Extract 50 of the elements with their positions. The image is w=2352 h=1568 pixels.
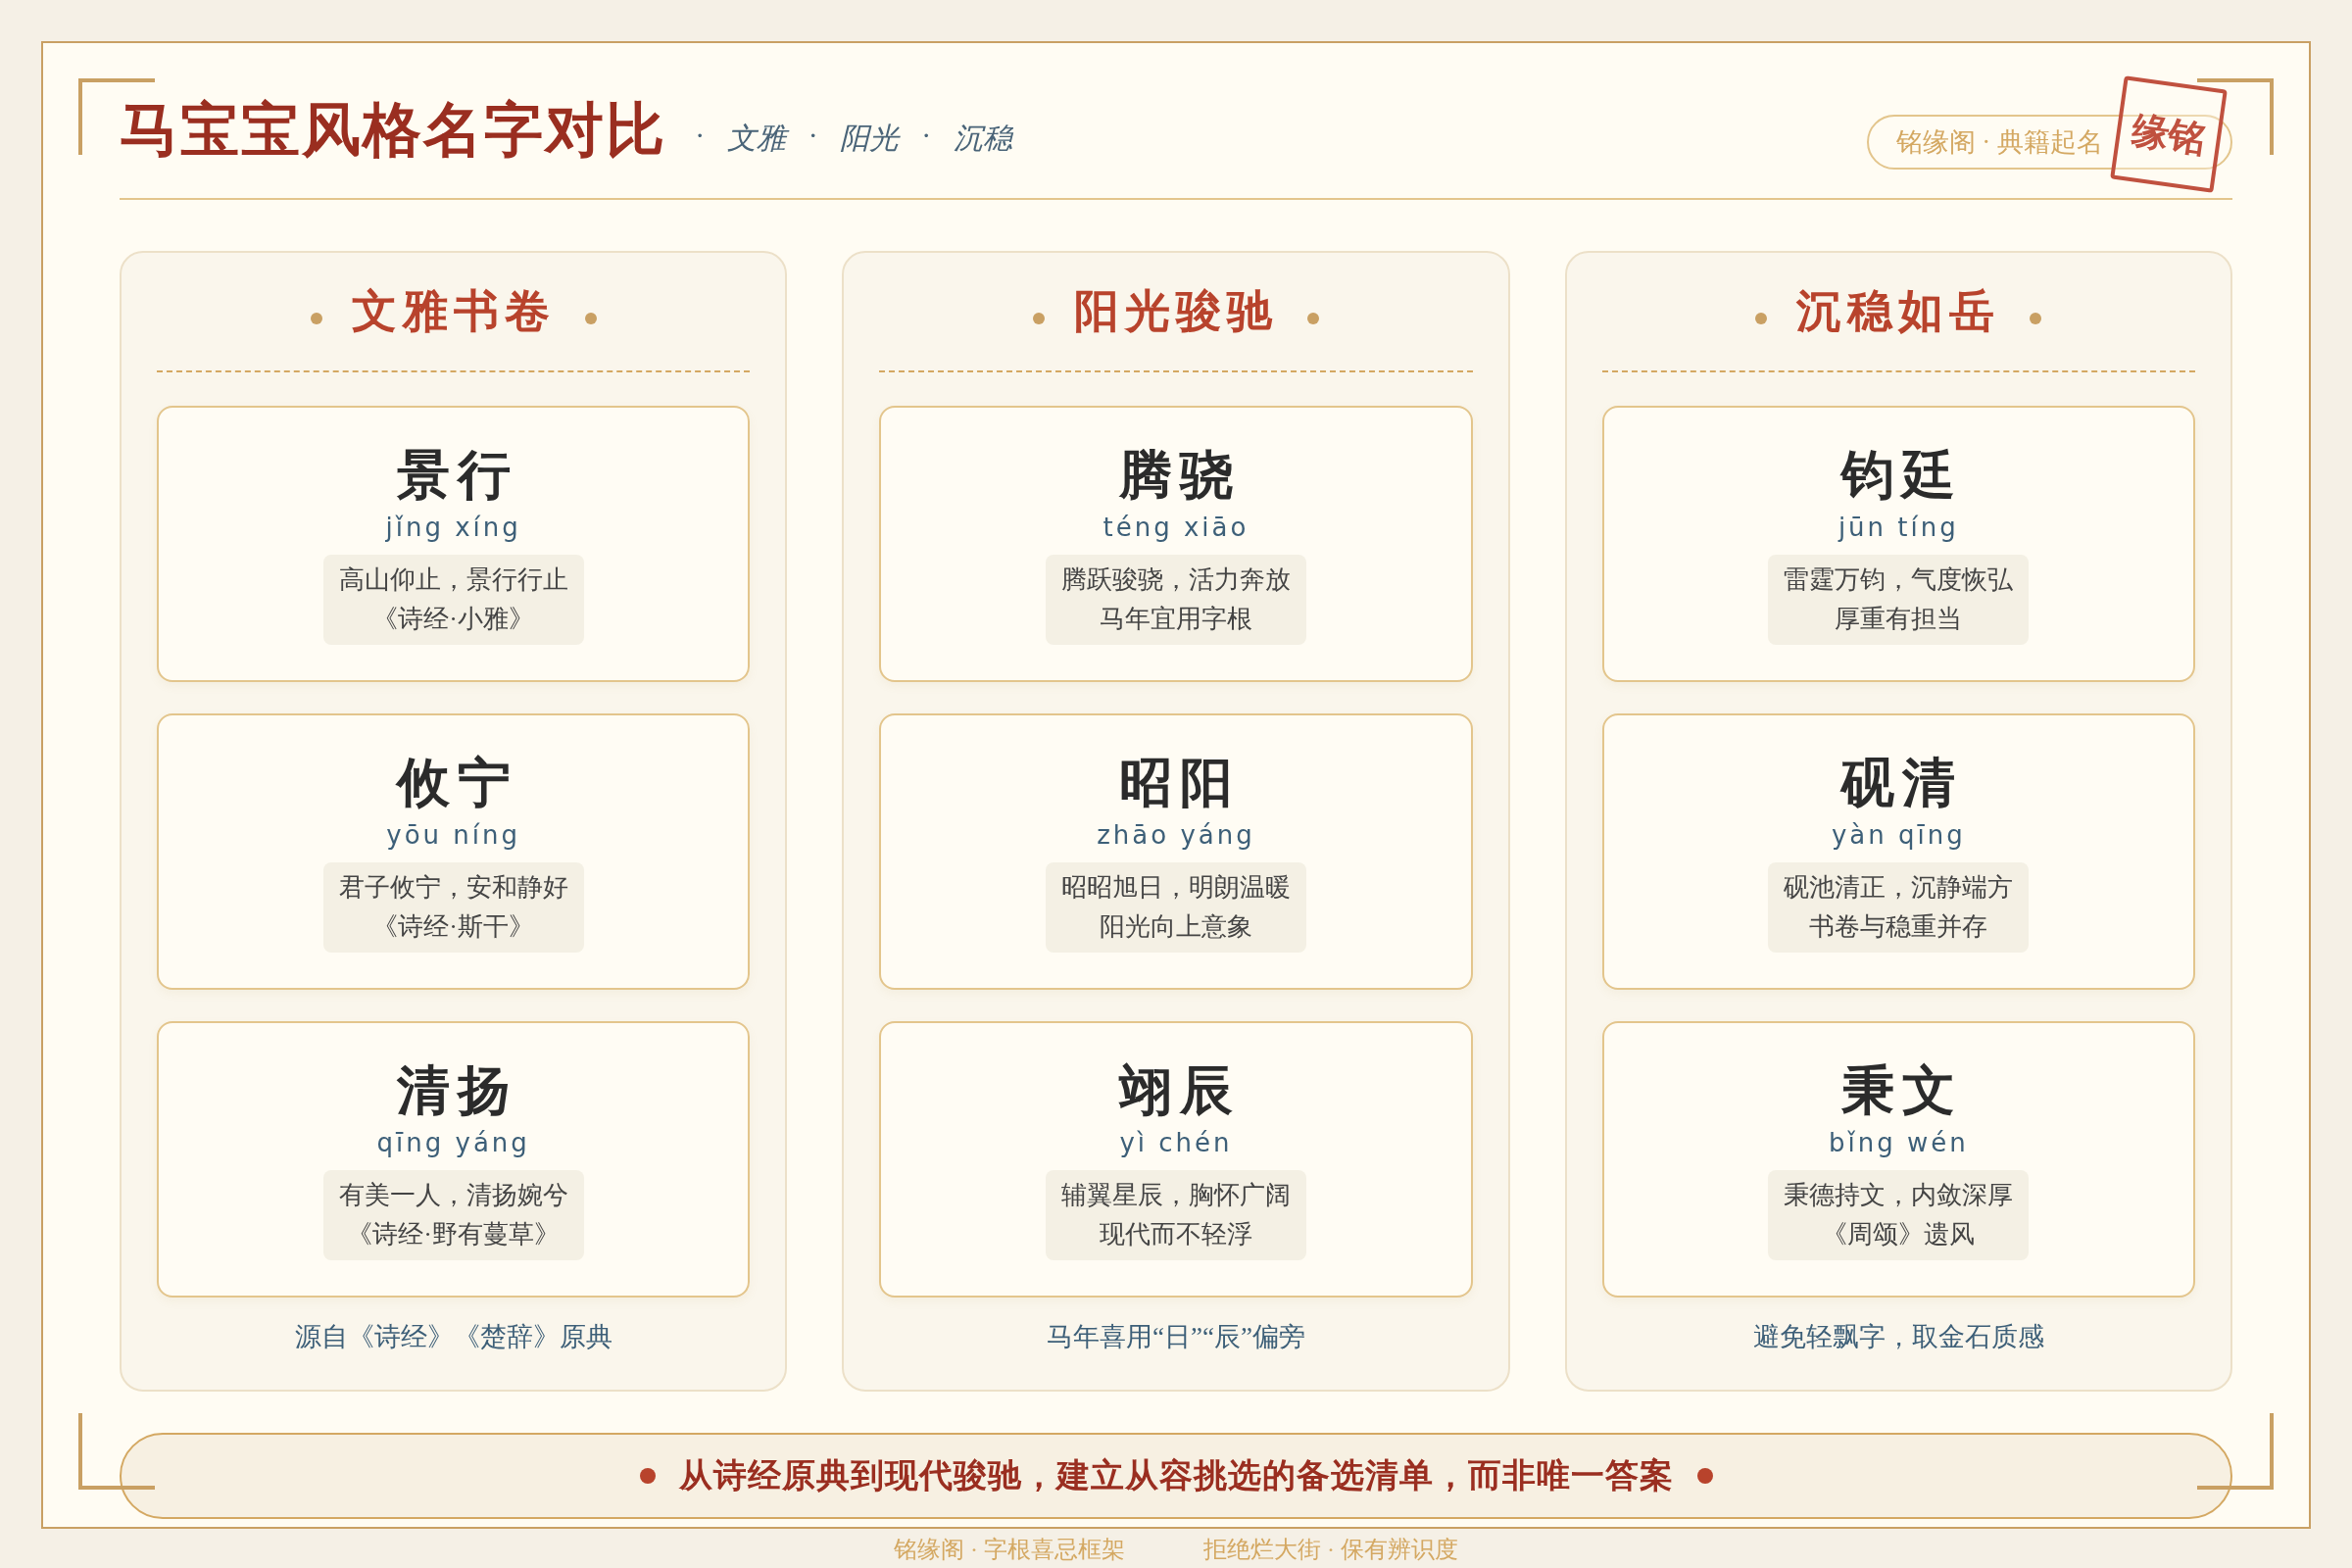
dot-icon (1033, 313, 1045, 324)
quote-box: 高山仰止，景行行止 《诗经·小雅》 (322, 555, 584, 645)
dot-icon (584, 313, 597, 324)
column-note: 马年喜用“日”“辰”偏旁 (1046, 1321, 1306, 1353)
pinyin-text: yōu níng (386, 819, 521, 852)
column-note: 避免轻飘字，取金石质感 (1751, 1321, 2045, 1353)
name-text: 砚清 (1838, 751, 1964, 815)
quote-box: 雷霆万钧，气度恢弘 厚重有担当 (1768, 555, 2030, 645)
quote-box: 昭昭旭日，明朗温暖 阳光向上意象 (1046, 862, 1306, 953)
dot-icon (1307, 313, 1319, 324)
quote-box: 秉德持文，内敛深厚 《周颂》遗风 (1768, 1170, 2030, 1260)
subtitle-tag: 沉稳 (953, 118, 1012, 159)
name-text: 秉文 (1840, 1058, 1964, 1123)
name-text: 景行 (395, 443, 518, 508)
dot-icon (1755, 313, 1768, 324)
dot-icon (310, 313, 322, 324)
pinyin-text: yì chén (1119, 1127, 1233, 1159)
pinyin-text: bǐng wén (1828, 1127, 1969, 1159)
pinyin-text: jǐng xíng (385, 512, 521, 544)
pinyin-text: jūn tíng (1838, 512, 1959, 544)
pinyin-text: yàn qīng (1831, 819, 1966, 852)
quote-box: 辅翼星辰，胸怀广阔 现代而不轻浮 (1046, 1170, 1306, 1260)
quote-box: 砚池清正，沉静端方 书卷与稳重并存 (1768, 862, 2030, 953)
column-note: 源自《诗经》《楚辞》原典 (293, 1321, 613, 1353)
name-text: 翊辰 (1117, 1058, 1241, 1123)
quote-box: 君子攸宁，安和静好 《诗经·斯干》 (322, 862, 584, 953)
banner-text: 从诗经原典到现代骏驰，建立从容挑选的备选清单，而非唯一答案 (678, 1456, 1674, 1495)
dot-icon (1696, 1468, 1713, 1484)
quote-box: 有美一人，清扬婉兮 《诗经·野有蔓草》 (322, 1170, 584, 1260)
pinyin-text: zhāo yáng (1097, 819, 1255, 852)
subtitle-tag: 阳光 (840, 118, 899, 159)
column-title: 文雅书卷 (351, 283, 556, 339)
name-text: 攸宁 (394, 751, 518, 815)
separator-dot: · (808, 118, 816, 153)
footer-text: 铭缘阁 · 字根喜忌框架 (894, 1536, 1125, 1564)
pinyin-text: téng xiāo (1102, 512, 1250, 544)
name-text: 清扬 (395, 1058, 518, 1123)
dot-icon (639, 1468, 656, 1484)
name-text: 昭阳 (1118, 751, 1241, 815)
page-title: 马宝宝风格名字对比 (120, 93, 666, 166)
name-text: 钧廷 (1838, 443, 1964, 508)
column-title: 阳光骏驰 (1074, 283, 1278, 339)
footer-text: 拒绝烂大街 · 保有辨识度 (1203, 1536, 1458, 1564)
name-text: 腾骁 (1118, 443, 1241, 508)
dot-icon (2030, 313, 2042, 324)
quote-box: 腾跃骏骁，活力奔放 马年宜用字根 (1046, 555, 1306, 645)
separator-dot: · (922, 118, 930, 153)
separator-dot: · (696, 118, 704, 153)
column-title: 沉稳如岳 (1796, 283, 2001, 339)
pinyin-text: qīng yáng (376, 1127, 530, 1159)
